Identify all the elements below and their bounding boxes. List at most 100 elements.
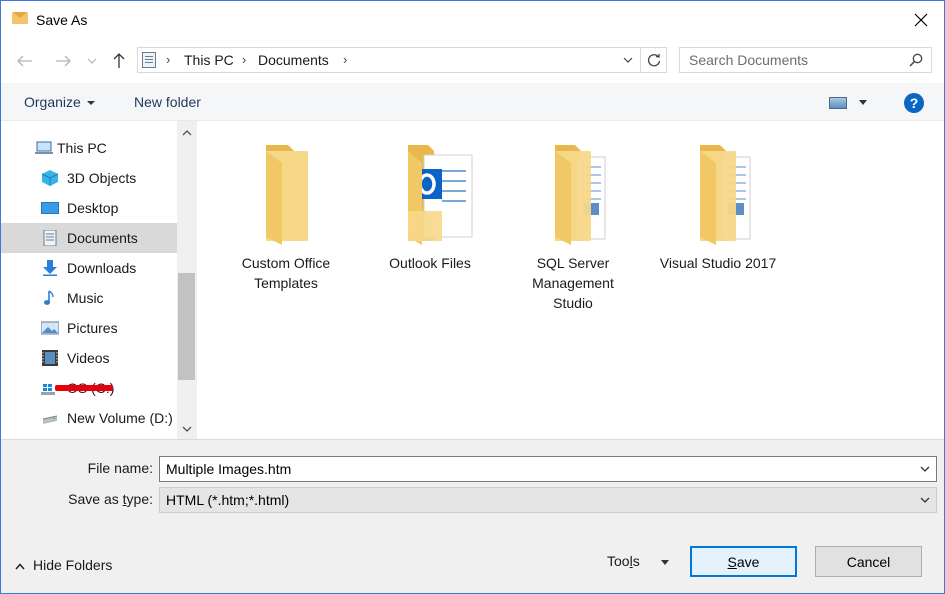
file-name-input[interactable]	[160, 457, 910, 481]
nav-item-music[interactable]: Music	[1, 283, 177, 313]
chevron-down-icon	[623, 57, 633, 63]
save-form: File name: Save as type: HTML (*.htm;*.h…	[1, 439, 944, 593]
music-icon	[44, 290, 54, 305]
save-button[interactable]: Save	[690, 546, 797, 577]
refresh-icon	[647, 54, 660, 67]
folder-docs-icon	[555, 145, 606, 245]
nav-label: Music	[67, 290, 104, 306]
cancel-button[interactable]: Cancel	[815, 546, 922, 577]
downloads-icon	[43, 260, 57, 276]
up-button[interactable]	[107, 49, 131, 73]
arrow-left-icon	[17, 55, 32, 67]
organize-label: Organize	[24, 94, 81, 110]
search-box[interactable]	[679, 47, 932, 73]
caret-down-icon	[86, 101, 95, 105]
save-as-type-select[interactable]: HTML (*.htm;*.html)	[159, 487, 937, 513]
nav-item-downloads[interactable]: Downloads	[1, 253, 177, 283]
3d-objects-icon	[41, 170, 59, 186]
folder-label: SQL Server Management Studio	[532, 255, 614, 311]
breadcrumb-this-pc[interactable]: This PC	[184, 52, 234, 68]
refresh-button[interactable]	[640, 48, 666, 72]
nav-label: This PC	[57, 140, 107, 156]
folder-docs-icon	[700, 145, 751, 245]
nav-label: Downloads	[67, 260, 137, 276]
documents-icon	[43, 230, 57, 246]
folder-label: Outlook Files	[389, 255, 471, 271]
save-as-type-value: HTML (*.htm;*.html)	[166, 492, 290, 508]
save-as-type-label: Save as type:	[41, 491, 153, 507]
nav-item-documents[interactable]: Documents	[1, 223, 177, 253]
breadcrumb-documents[interactable]: Documents	[258, 52, 329, 68]
address-bar[interactable]: › This PC › Documents ›	[137, 47, 667, 73]
help-icon[interactable]: ?	[904, 93, 924, 113]
chevron-down-icon	[920, 497, 930, 503]
address-location-icon	[142, 52, 156, 68]
address-row: › This PC › Documents ›	[1, 39, 944, 83]
close-button[interactable]	[898, 1, 944, 39]
save-label: ave	[736, 553, 760, 570]
nav-item-os-drive[interactable]: OS (C:)	[1, 373, 177, 403]
back-button[interactable]	[13, 49, 37, 73]
folder-label: Custom Office Templates	[241, 255, 331, 291]
search-input[interactable]	[681, 49, 901, 71]
tools-caret-icon[interactable]	[661, 560, 669, 565]
view-options-caret-icon[interactable]	[859, 100, 867, 105]
nav-label: 3D Objects	[67, 170, 137, 186]
nav-label: Videos	[67, 350, 110, 366]
address-history-dropdown[interactable]	[618, 48, 638, 72]
file-list: Custom Office Templates Outlook Files SQ…	[197, 121, 944, 439]
forward-button[interactable]	[51, 49, 75, 73]
chevron-down-icon[interactable]	[918, 462, 932, 476]
arrow-right-icon	[56, 55, 71, 67]
breadcrumb-separator-icon[interactable]: ›	[343, 52, 347, 67]
envelope-icon	[12, 12, 28, 24]
nav-item-this-pc[interactable]: This PC	[1, 133, 177, 163]
organize-button[interactable]: Organize	[24, 94, 95, 110]
chevron-up-icon	[182, 130, 192, 136]
pictures-icon	[41, 321, 59, 335]
drive-icon	[42, 415, 58, 424]
folder-icon	[266, 145, 308, 245]
arrow-up-icon	[113, 53, 125, 68]
scroll-down-button[interactable]	[177, 419, 197, 439]
nav-item-pictures[interactable]: Pictures	[1, 313, 177, 343]
breadcrumb-separator-icon[interactable]: ›	[242, 52, 246, 67]
chevron-down-icon	[87, 58, 97, 64]
nav-item-videos[interactable]: Videos	[1, 343, 177, 373]
tools-button[interactable]: Tools	[607, 553, 640, 569]
command-bar: Organize New folder ?	[1, 83, 944, 121]
videos-icon	[42, 350, 58, 366]
tools-label: s	[632, 553, 640, 569]
scroll-up-button[interactable]	[177, 123, 197, 143]
nav-label: Pictures	[67, 320, 118, 336]
new-folder-button[interactable]: New folder	[134, 94, 201, 110]
folder-visual-studio-2017[interactable]: Visual Studio 2017	[658, 141, 778, 321]
desktop-icon	[41, 202, 59, 214]
nav-scrollbar-thumb[interactable]	[178, 273, 195, 380]
chevron-up-icon	[15, 563, 25, 570]
file-name-combobox[interactable]	[159, 456, 937, 482]
folder-outlook-files[interactable]: Outlook Files	[370, 141, 490, 321]
recent-locations-button[interactable]	[83, 49, 101, 73]
change-view-icon[interactable]	[829, 97, 847, 109]
nav-item-3d-objects[interactable]: 3D Objects	[1, 163, 177, 193]
nav-item-new-volume[interactable]: New Volume (D:)	[1, 403, 177, 433]
tools-label: Too	[607, 553, 630, 569]
title-bar: Save As	[1, 1, 944, 39]
folder-custom-office-templates[interactable]: Custom Office Templates	[226, 141, 346, 321]
nav-label: Documents	[67, 230, 138, 246]
search-icon[interactable]	[909, 53, 923, 67]
nav-label: New Volume (D:)	[67, 410, 173, 426]
this-pc-icon	[35, 141, 53, 154]
nav-item-desktop[interactable]: Desktop	[1, 193, 177, 223]
file-name-label: File name:	[87, 460, 153, 476]
folder-sql-server-management-studio[interactable]: SQL Server Management Studio	[513, 141, 633, 321]
window-title: Save As	[36, 12, 88, 28]
type-label-text: ype:	[126, 491, 153, 507]
nav-label: Desktop	[67, 200, 119, 216]
type-label-text: Save as	[68, 491, 123, 507]
folder-label: Visual Studio 2017	[659, 255, 777, 271]
breadcrumb-separator-icon[interactable]: ›	[166, 52, 170, 67]
hide-folders-label: Hide Folders	[33, 557, 113, 573]
hide-folders-button[interactable]: Hide Folders	[15, 557, 112, 573]
